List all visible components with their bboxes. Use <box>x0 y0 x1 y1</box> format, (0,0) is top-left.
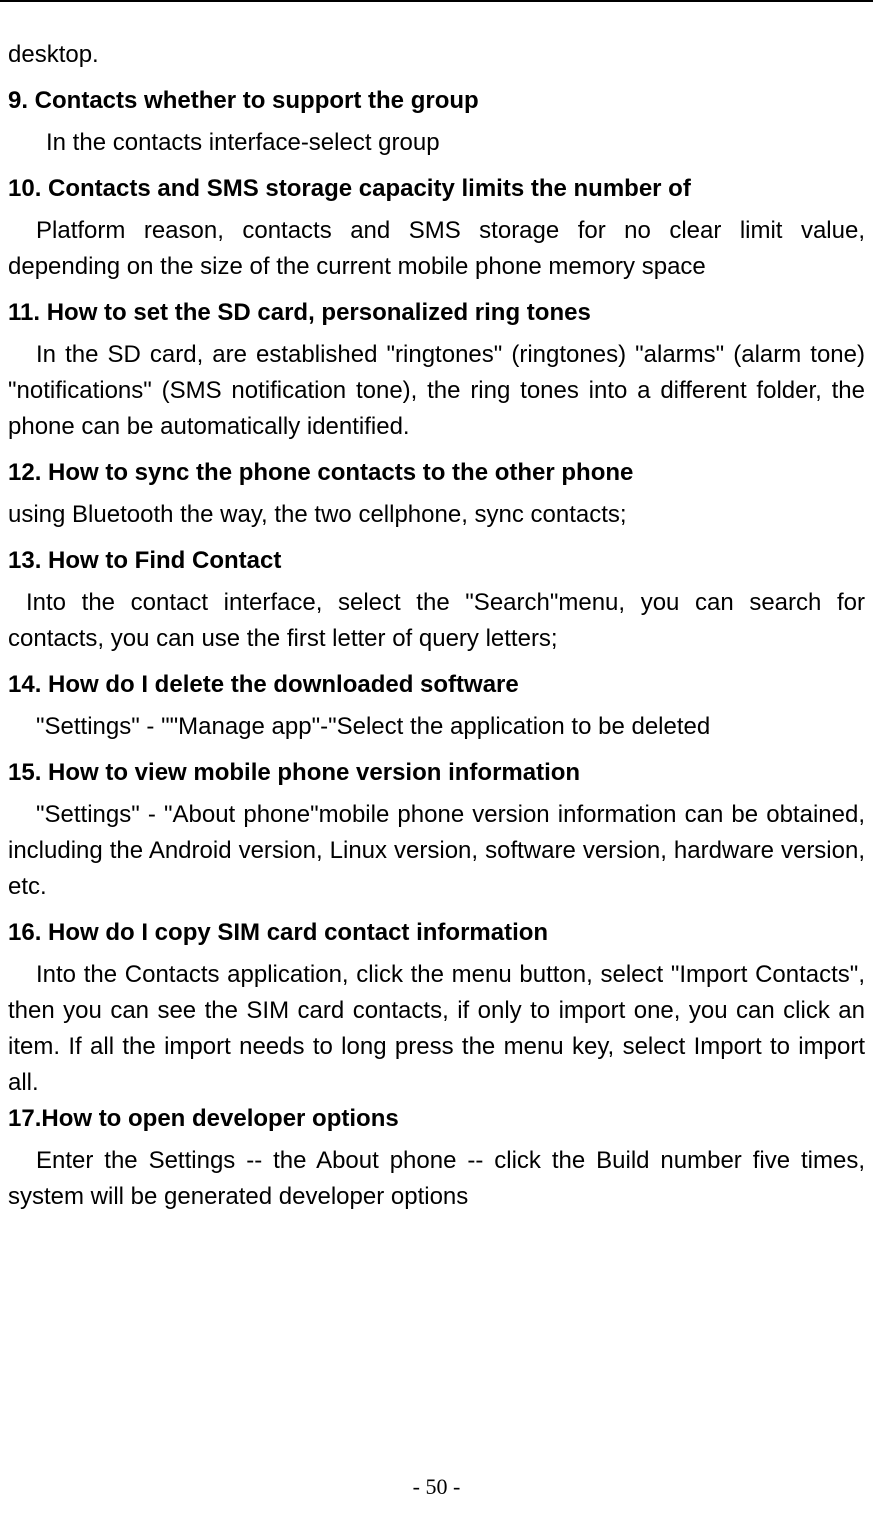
section-heading-17: 17.How to open developer options <box>8 1101 865 1137</box>
section-body-12: using Bluetooth the way, the two cellpho… <box>8 497 865 533</box>
section-body-17: Enter the Settings -- the About phone --… <box>8 1143 865 1215</box>
section-body-16: Into the Contacts application, click the… <box>8 957 865 1101</box>
section-heading-15: 15. How to view mobile phone version inf… <box>8 755 865 791</box>
section-heading-10: 10. Contacts and SMS storage capacity li… <box>8 171 865 207</box>
section-body-10: Platform reason, contacts and SMS storag… <box>8 213 865 285</box>
section-body-14: "Settings" - ""Manage app"-"Select the a… <box>8 709 865 745</box>
section-heading-9: 9. Contacts whether to support the group <box>8 83 865 119</box>
document-content: desktop. 9. Contacts whether to support … <box>8 37 865 1215</box>
section-body-15: "Settings" - "About phone"mobile phone v… <box>8 797 865 905</box>
section-heading-14: 14. How do I delete the downloaded softw… <box>8 667 865 703</box>
section-body-9: In the contacts interface-select group <box>8 125 865 161</box>
section-heading-16: 16. How do I copy SIM card contact infor… <box>8 915 865 951</box>
section-heading-11: 11. How to set the SD card, personalized… <box>8 295 865 331</box>
fragment-text: desktop. <box>8 37 865 73</box>
section-body-13: Into the contact interface, select the "… <box>8 585 865 657</box>
section-heading-12: 12. How to sync the phone contacts to th… <box>8 455 865 491</box>
section-body-11: In the SD card, are established "rington… <box>8 337 865 445</box>
section-heading-13: 13. How to Find Contact <box>8 543 865 579</box>
page-number: - 50 - <box>0 1474 873 1500</box>
